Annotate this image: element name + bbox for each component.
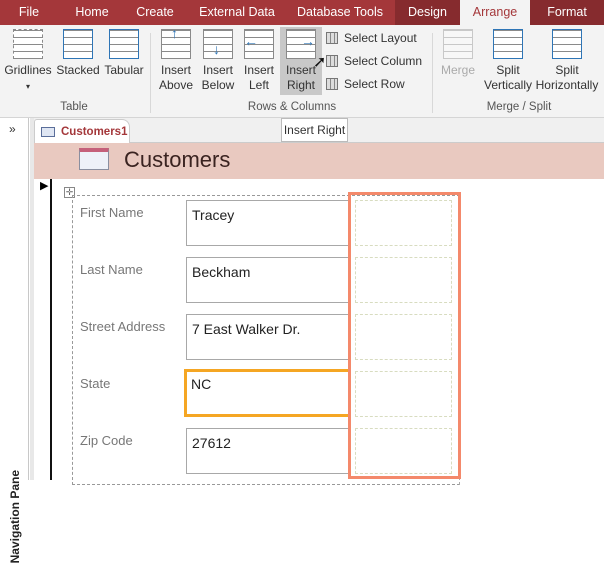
- tooltip: Insert Right: [281, 118, 348, 142]
- button-label: Tabular: [104, 63, 144, 77]
- form-title: Customers: [124, 147, 231, 172]
- split-vertically-button[interactable]: Split Vertically: [480, 29, 536, 93]
- button-label: Select Column: [344, 54, 423, 68]
- button-label: Gridlines: [4, 63, 52, 77]
- state-field[interactable]: NC: [184, 369, 351, 417]
- button-label: Merge: [440, 63, 475, 77]
- label-zip-code: Zip Code: [80, 433, 133, 448]
- select-column-icon: [326, 55, 338, 67]
- button-label: Insert: [285, 63, 316, 77]
- tabular-button[interactable]: Tabular: [102, 29, 146, 78]
- stacked-button[interactable]: Stacked: [56, 29, 100, 78]
- insert-above-button[interactable]: ↑ Insert Above: [156, 26, 196, 93]
- form-icon: [41, 126, 55, 137]
- insert-left-icon: ←: [244, 29, 274, 59]
- select-row-icon: [326, 78, 338, 90]
- select-row-button[interactable]: Select Row: [326, 77, 405, 91]
- zip-code-field[interactable]: 27612: [186, 428, 350, 474]
- select-column-button[interactable]: Select Column: [326, 54, 422, 68]
- merge-icon: [443, 29, 473, 59]
- insert-left-button[interactable]: ← Insert Left: [240, 29, 278, 93]
- street-address-field[interactable]: 7 East Walker Dr.: [186, 314, 350, 360]
- tab-arrange[interactable]: Arrange: [460, 0, 530, 25]
- tab-database-tools[interactable]: Database Tools: [290, 0, 390, 25]
- gridlines-icon: [13, 29, 43, 59]
- form-icon: [79, 148, 109, 170]
- label-state: State: [80, 376, 111, 391]
- group-label-merge-split: Merge / Split: [486, 101, 552, 113]
- button-label: Above: [158, 78, 194, 92]
- button-label: Split: [496, 63, 520, 77]
- button-label: Insert: [243, 63, 274, 77]
- button-label: Select Layout: [344, 31, 417, 45]
- tabular-icon: [109, 29, 139, 59]
- button-label: Vertically: [483, 78, 533, 92]
- button-label: Horizontally: [535, 78, 599, 92]
- button-label: Below: [201, 78, 235, 92]
- tab-create[interactable]: Create: [128, 0, 182, 25]
- gridlines-button[interactable]: Gridlines ▾: [4, 29, 52, 94]
- label-first-name: First Name: [80, 205, 144, 220]
- divider: [432, 33, 433, 113]
- split-horizontally-icon: [552, 29, 582, 59]
- insert-above-icon: ↑: [161, 26, 191, 59]
- tab-design[interactable]: Design: [395, 0, 460, 25]
- tab-home[interactable]: Home: [62, 0, 122, 25]
- new-column-highlight: [348, 192, 461, 479]
- button-label: Insert: [160, 63, 191, 77]
- navigation-pane: » Navigation Pane: [0, 118, 29, 563]
- button-label: Select Row: [344, 77, 405, 91]
- label-street-address: Street Address: [80, 319, 166, 334]
- button-label: Insert: [202, 63, 233, 77]
- expand-nav-button[interactable]: »: [9, 122, 16, 136]
- stacked-icon: [63, 29, 93, 59]
- button-label: Right: [286, 78, 315, 92]
- tab-external-data[interactable]: External Data: [192, 0, 282, 25]
- divider: [150, 33, 151, 113]
- menu-tab-bar: File Home Create External Data Database …: [0, 0, 604, 25]
- select-layout-button[interactable]: Select Layout: [326, 31, 417, 45]
- first-name-field[interactable]: Tracey: [186, 200, 350, 246]
- record-selector[interactable]: ▶: [33, 179, 52, 480]
- split-vertically-icon: [493, 29, 523, 59]
- mouse-cursor-icon: ➚: [313, 54, 327, 71]
- nav-pane-label[interactable]: Navigation Pane: [8, 470, 22, 580]
- form-header: Customers: [34, 143, 604, 179]
- current-record-arrow-icon: ▶: [40, 180, 49, 192]
- insert-below-icon: ↓: [203, 29, 233, 59]
- split-horizontally-button[interactable]: Split Horizontally: [532, 29, 602, 93]
- button-label: Stacked: [56, 63, 100, 77]
- dropdown-arrow-icon: ▾: [25, 82, 30, 91]
- button-label: Split: [555, 63, 579, 77]
- tab-file[interactable]: File: [0, 0, 58, 25]
- merge-button[interactable]: Merge: [438, 29, 478, 78]
- document-tab-customers1[interactable]: Customers1: [34, 119, 130, 143]
- button-label: Left: [248, 78, 269, 92]
- group-label-rows-columns: Rows & Columns: [247, 101, 337, 113]
- ribbon: Gridlines ▾ Stacked Tabular Table ↑ Inser…: [0, 25, 604, 118]
- insert-below-button[interactable]: ↓ Insert Below: [198, 29, 238, 93]
- group-label-table: Table: [60, 101, 88, 113]
- tab-label: Customers1: [61, 125, 128, 138]
- last-name-field[interactable]: Beckham: [186, 257, 350, 303]
- insert-right-icon: →: [286, 29, 316, 59]
- select-layout-icon: [326, 32, 338, 44]
- label-last-name: Last Name: [80, 262, 143, 277]
- tab-format[interactable]: Format: [530, 0, 604, 25]
